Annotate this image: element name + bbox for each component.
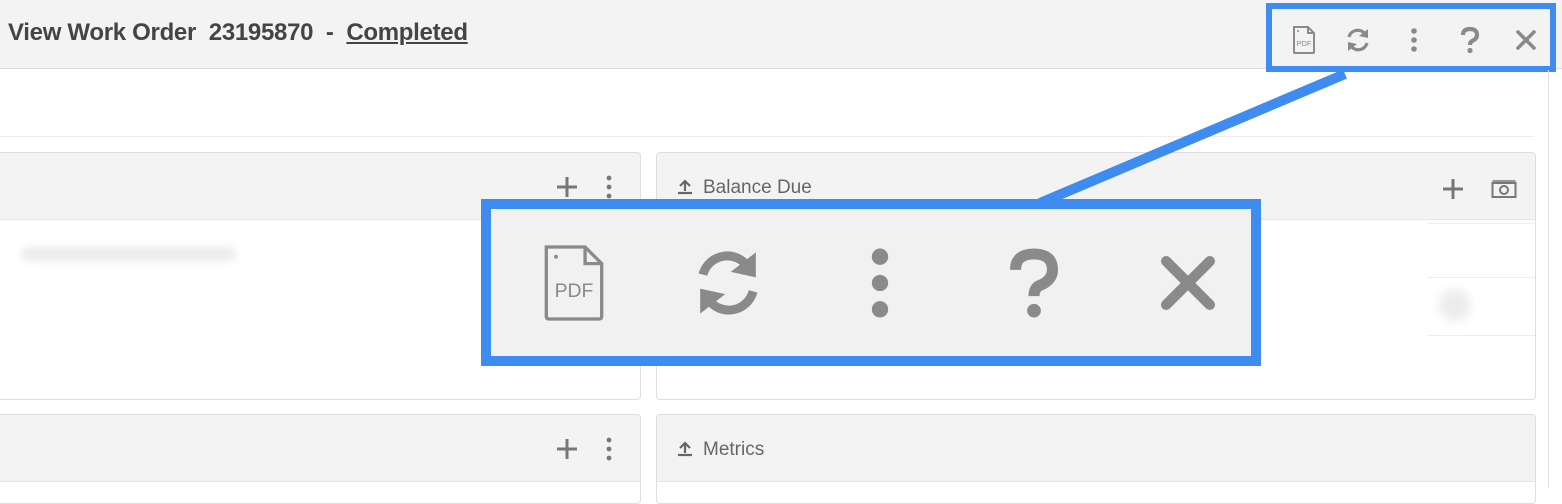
more-vertical-icon[interactable] <box>604 436 614 462</box>
status-link[interactable]: Completed <box>346 19 468 46</box>
plus-icon[interactable] <box>1441 177 1465 201</box>
metrics-label: Metrics <box>703 439 765 460</box>
pdf-icon-label: PDF <box>555 280 594 302</box>
row-divider <box>1427 223 1535 224</box>
blurred-content <box>1439 289 1471 321</box>
refresh-icon[interactable] <box>1344 25 1372 55</box>
plus-icon[interactable] <box>555 437 579 461</box>
close-icon[interactable] <box>1143 233 1233 333</box>
money-icon[interactable] <box>1491 180 1517 200</box>
upload-icon[interactable] <box>677 439 693 457</box>
balance-due-title: Balance Due <box>677 177 812 199</box>
pdf-icon[interactable]: PDF <box>1290 25 1318 55</box>
left-bottom-panel <box>0 414 641 504</box>
upload-icon[interactable] <box>677 177 693 195</box>
metrics-header: Metrics <box>657 415 1535 482</box>
pdf-icon[interactable]: PDF <box>529 233 619 333</box>
blurred-content <box>21 247 236 261</box>
divider <box>0 136 1534 137</box>
row-divider <box>1427 277 1535 278</box>
more-vertical-icon[interactable] <box>604 174 614 200</box>
order-number: 23195870 <box>208 19 314 46</box>
toolbar-highlight: PDF <box>1266 3 1556 72</box>
toolbar-zoom-callout: PDF <box>481 199 1261 366</box>
refresh-icon[interactable] <box>683 233 773 333</box>
more-vertical-icon[interactable] <box>835 233 925 333</box>
balance-due-label: Balance Due <box>703 177 812 198</box>
title-separator: - <box>325 19 334 46</box>
close-icon[interactable] <box>1512 25 1540 55</box>
plus-icon[interactable] <box>555 175 579 199</box>
metrics-title: Metrics <box>677 439 764 461</box>
more-vertical-icon[interactable] <box>1400 25 1428 55</box>
help-icon[interactable] <box>989 233 1079 333</box>
row-divider <box>1427 335 1535 336</box>
pdf-icon-label: PDF <box>1297 39 1312 48</box>
left-bottom-panel-header <box>0 415 640 482</box>
page-title: View Work Order 23195870 - Completed <box>8 19 468 47</box>
metrics-panel: Metrics <box>656 414 1536 504</box>
window-edge <box>1548 70 1549 488</box>
title-prefix: View Work Order <box>8 19 197 46</box>
help-icon[interactable] <box>1456 25 1484 55</box>
